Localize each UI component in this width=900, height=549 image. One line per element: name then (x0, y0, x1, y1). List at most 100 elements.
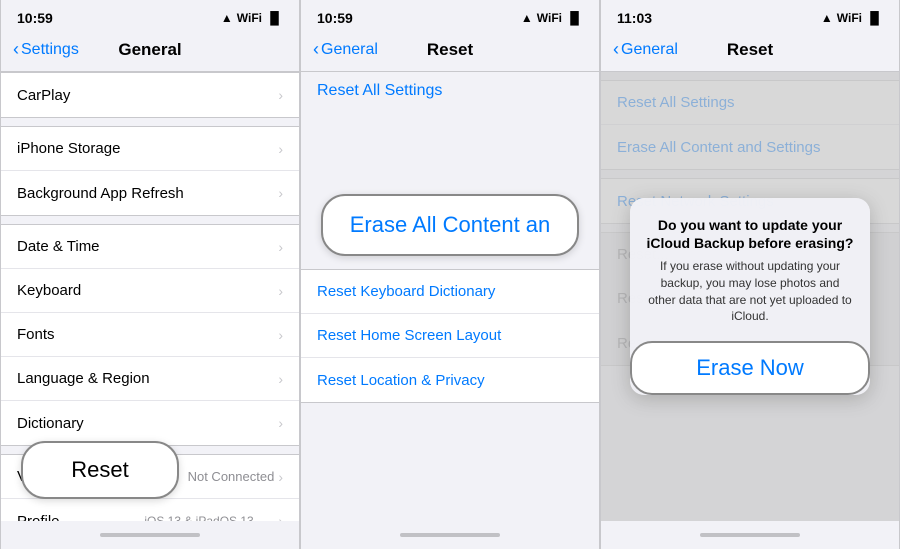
battery-icon: ▐▌ (566, 11, 583, 25)
signal-icon: ▲ (521, 11, 533, 25)
chevron-icon: › (278, 513, 283, 521)
keyboard-label: Keyboard (17, 282, 81, 299)
back-button-1[interactable]: ‹ Settings (13, 39, 79, 60)
section-storage: iPhone Storage › Background App Refresh … (1, 126, 299, 216)
reset-button-text: Reset (71, 457, 128, 483)
chevron-icon: › (278, 87, 283, 103)
dialog-box: Do you want to update your iCloud Backup… (630, 198, 870, 396)
phone2-content: Erase All Content an Reset Keyboard Dict… (301, 104, 599, 521)
signal-icon: ▲ (221, 11, 233, 25)
erase-now-label: Erase Now (696, 355, 804, 381)
nav-title-2: Reset (427, 40, 473, 60)
list-item-fonts[interactable]: Fonts › (1, 313, 299, 357)
home-bar (700, 533, 800, 537)
profile-label: Profile (17, 513, 60, 522)
wifi-icon: WiFi (537, 11, 562, 25)
home-bar (400, 533, 500, 537)
battery-icon: ▐▌ (866, 11, 883, 25)
list-item-dictionary[interactable]: Dictionary › (1, 401, 299, 445)
status-time-2: 10:59 (317, 10, 353, 26)
vpn-status: Not Connected (188, 469, 275, 484)
dialog-message: If you erase without updating your backu… (646, 258, 854, 325)
reset-actions-section: Reset Keyboard Dictionary Reset Home Scr… (301, 269, 599, 403)
phone-3: 11:03 ▲ WiFi ▐▌ ‹ General Reset Reset Al… (600, 0, 900, 549)
chevron-icon: › (278, 327, 283, 343)
phone3-content: Reset All Settings Erase All Content and… (601, 72, 899, 521)
status-bar-2: 10:59 ▲ WiFi ▐▌ (301, 0, 599, 32)
wifi-icon: WiFi (837, 11, 862, 25)
datetime-right: › (278, 239, 283, 255)
nav-title-3: Reset (727, 40, 773, 60)
dialog-overlay: Do you want to update your iCloud Backup… (601, 72, 899, 521)
language-label: Language & Region (17, 370, 150, 387)
list-item-carplay[interactable]: CarPlay › (1, 73, 299, 117)
erase-button-overlay[interactable]: Erase All Content an (321, 194, 579, 256)
back-label-1: Settings (21, 41, 79, 59)
profile-right: iOS 13 & iPadOS 13 Beta Software Pr... › (144, 513, 283, 521)
status-icons-3: ▲ WiFi ▐▌ (821, 11, 883, 25)
list-item-language[interactable]: Language & Region › (1, 357, 299, 401)
list-item-profile[interactable]: Profile iOS 13 & iPadOS 13 Beta Software… (1, 499, 299, 521)
phone-1: 10:59 ▲ WiFi ▐▌ ‹ Settings General CarPl… (0, 0, 300, 549)
dictionary-label: Dictionary (17, 415, 84, 432)
list-item-reset-homescreen[interactable]: Reset Home Screen Layout (301, 314, 599, 358)
carplay-label: CarPlay (17, 87, 70, 104)
carplay-right: › (278, 87, 283, 103)
back-button-2[interactable]: ‹ General (313, 39, 378, 60)
dialog-title: Do you want to update your iCloud Backup… (646, 216, 854, 252)
nav-bar-1: ‹ Settings General (1, 32, 299, 72)
status-time-1: 10:59 (17, 10, 53, 26)
home-indicator-1 (1, 521, 299, 549)
chevron-icon: › (278, 239, 283, 255)
reset-button-overlay[interactable]: Reset (21, 441, 179, 499)
chevron-left-icon: ‹ (13, 39, 19, 60)
chevron-icon: › (278, 141, 283, 157)
list-item-keyboard[interactable]: Keyboard › (1, 269, 299, 313)
language-right: › (278, 371, 283, 387)
erase-now-button[interactable]: Erase Now (630, 341, 870, 395)
back-button-3[interactable]: ‹ General (613, 39, 678, 60)
wifi-icon: WiFi (237, 11, 262, 25)
home-indicator-3 (601, 521, 899, 549)
list-item-datetime[interactable]: Date & Time › (1, 225, 299, 269)
iphone-storage-label: iPhone Storage (17, 140, 120, 157)
status-bar-1: 10:59 ▲ WiFi ▐▌ (1, 0, 299, 32)
section-carplay: CarPlay › (1, 72, 299, 118)
status-icons-1: ▲ WiFi ▐▌ (221, 11, 283, 25)
back-label-3: General (621, 41, 678, 59)
signal-icon: ▲ (821, 11, 833, 25)
chevron-icon: › (278, 415, 283, 431)
back-label-2: General (321, 41, 378, 59)
keyboard-right: › (278, 283, 283, 299)
nav-bar-3: ‹ General Reset (601, 32, 899, 72)
chevron-icon: › (278, 185, 283, 201)
status-time-3: 11:03 (617, 10, 652, 26)
reset-keyboard-label: Reset Keyboard Dictionary (317, 283, 495, 300)
section-localization: Date & Time › Keyboard › Fonts › Languag… (1, 224, 299, 446)
battery-icon: ▐▌ (266, 11, 283, 25)
reset-all-settings-label: Reset All Settings (317, 82, 442, 99)
vpn-right: Not Connected › (188, 469, 283, 485)
dictionary-right: › (278, 415, 283, 431)
list-item-iphone-storage[interactable]: iPhone Storage › (1, 127, 299, 171)
chevron-left-icon: ‹ (313, 39, 319, 60)
bg-refresh-right: › (278, 185, 283, 201)
phone-2: 10:59 ▲ WiFi ▐▌ ‹ General Reset Reset Al… (300, 0, 600, 549)
reset-all-header: Reset All Settings (301, 72, 599, 104)
profile-value: iOS 13 & iPadOS 13 Beta Software Pr... (144, 514, 274, 521)
erase-button-text: Erase All Content an (350, 212, 551, 238)
datetime-label: Date & Time (17, 238, 100, 255)
home-bar (100, 533, 200, 537)
bg-refresh-label: Background App Refresh (17, 185, 184, 202)
chevron-left-icon: ‹ (613, 39, 619, 60)
list-item-bg-refresh[interactable]: Background App Refresh › (1, 171, 299, 215)
list-item-reset-keyboard[interactable]: Reset Keyboard Dictionary (301, 270, 599, 314)
fonts-label: Fonts (17, 326, 55, 343)
chevron-icon: › (278, 283, 283, 299)
nav-title-1: General (118, 40, 181, 60)
home-indicator-2 (301, 521, 599, 549)
chevron-icon: › (278, 469, 283, 485)
reset-location-label: Reset Location & Privacy (317, 372, 485, 389)
storage-right: › (278, 141, 283, 157)
list-item-reset-location[interactable]: Reset Location & Privacy (301, 358, 599, 402)
